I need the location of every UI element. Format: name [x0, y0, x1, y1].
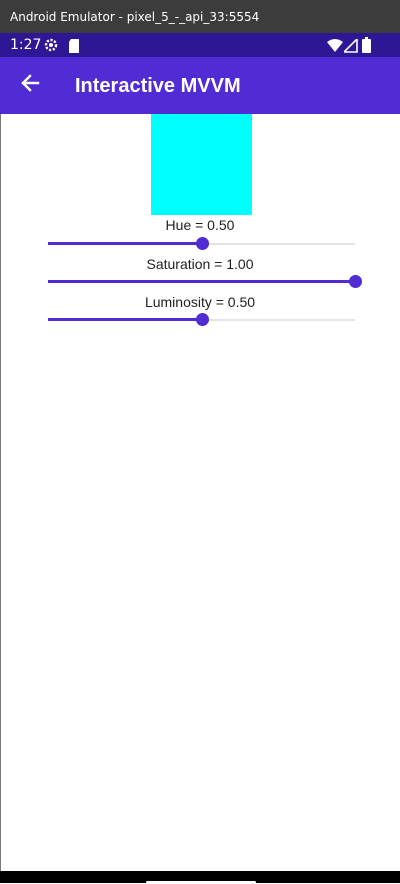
luminosity-slider[interactable]: [48, 310, 355, 330]
slider-fill: [48, 242, 202, 245]
hue-slider[interactable]: [48, 234, 355, 254]
wifi-icon: [327, 38, 343, 57]
page-title: Interactive MVVM: [75, 75, 241, 97]
saturation-label: Saturation = 1.00: [146, 256, 254, 272]
status-time: 1:27: [10, 37, 42, 53]
sd-card-icon: [68, 38, 80, 57]
luminosity-label: Luminosity = 0.50: [144, 294, 256, 310]
slider-thumb[interactable]: [195, 237, 209, 250]
slider-thumb[interactable]: [349, 275, 362, 288]
status-bar: 1:27: [0, 33, 400, 57]
navigation-bar: [0, 871, 400, 884]
app-bar: Interactive MVVM: [0, 57, 400, 114]
slider-thumb[interactable]: [195, 313, 209, 326]
settings-gear-icon: [43, 37, 59, 57]
battery-icon: [362, 37, 371, 57]
color-preview-box: [151, 114, 252, 215]
window-title: Android Emulator - pixel_5_-_api_33:5554: [10, 9, 260, 24]
saturation-slider[interactable]: [48, 272, 362, 292]
signal-icon: [342, 37, 358, 57]
arrow-left-icon: [20, 73, 40, 97]
back-button[interactable]: [12, 67, 48, 103]
slider-fill: [48, 318, 202, 321]
emulator-window-titlebar: Android Emulator - pixel_5_-_api_33:5554: [0, 0, 400, 33]
slider-fill: [48, 280, 355, 283]
hue-label: Hue = 0.50: [165, 217, 235, 233]
